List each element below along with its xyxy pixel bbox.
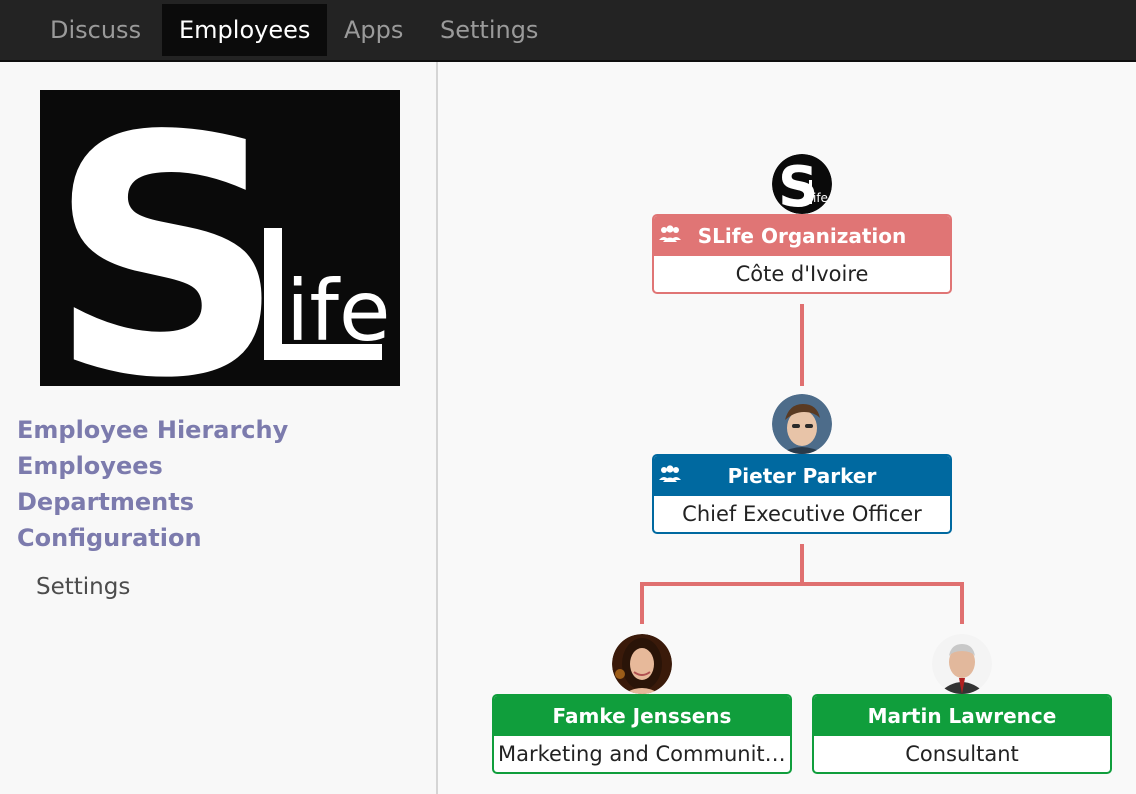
node-famke-jenssens-name: Famke Jenssens [494, 696, 790, 736]
org-logo-avatar: S ife [772, 154, 832, 214]
connector-to-famke [640, 582, 644, 624]
node-organization-name: SLife Organization [697, 224, 907, 248]
node-famke-jenssens[interactable]: Famke Jenssens Marketing and Community M… [492, 694, 792, 774]
group-icon [658, 456, 682, 496]
svg-text:S: S [778, 155, 818, 214]
group-icon [658, 216, 682, 256]
connector-root-ceo [800, 304, 804, 386]
connector-ceo-down [800, 544, 804, 586]
node-martin-lawrence[interactable]: Martin Lawrence Consultant [812, 694, 1112, 774]
node-martin-lawrence-title: Consultant [905, 742, 1019, 766]
svg-text:ife: ife [286, 262, 391, 360]
tab-discuss[interactable]: Discuss [33, 4, 158, 56]
node-pieter-parker-title: Chief Executive Officer [682, 502, 922, 526]
svg-text:S: S [48, 90, 286, 386]
node-pieter-parker-header: Pieter Parker [654, 456, 950, 496]
tab-employees[interactable]: Employees [162, 4, 328, 56]
sidebar: S ife Employee Hierarchy Employees Depar… [0, 62, 438, 794]
node-pieter-parker[interactable]: Pieter Parker Chief Executive Officer [652, 454, 952, 534]
svg-text:ife: ife [813, 191, 828, 205]
tab-settings[interactable]: Settings [423, 4, 555, 56]
avatar-famke-jenssens [612, 634, 672, 694]
avatar-pieter-parker [772, 394, 832, 454]
avatar-martin-lawrence [932, 634, 992, 694]
company-logo[interactable]: S ife [40, 90, 400, 386]
menu-settings[interactable]: Settings [36, 574, 130, 600]
top-navbar: Discuss Employees Apps Settings [0, 0, 1136, 62]
node-pieter-parker-name: Pieter Parker [727, 464, 877, 488]
menu-departments[interactable]: Departments [17, 488, 194, 516]
node-organization[interactable]: SLife Organization Côte d'Ivoire [652, 214, 952, 294]
menu-employee-hierarchy[interactable]: Employee Hierarchy [17, 416, 288, 444]
node-martin-lawrence-name: Martin Lawrence [814, 696, 1110, 736]
node-famke-jenssens-title: Marketing and Community Manager [498, 742, 790, 766]
org-chart: S ife SLife Organization Côte d'Ivoire P… [440, 62, 1136, 794]
node-organization-subtitle: Côte d'Ivoire [735, 262, 869, 286]
menu-employees[interactable]: Employees [17, 452, 163, 480]
menu-configuration[interactable]: Configuration [17, 524, 202, 552]
connector-to-martin [960, 582, 964, 624]
connector-horizontal [640, 582, 964, 586]
node-organization-header: SLife Organization [654, 216, 950, 256]
tab-apps[interactable]: Apps [327, 4, 420, 56]
